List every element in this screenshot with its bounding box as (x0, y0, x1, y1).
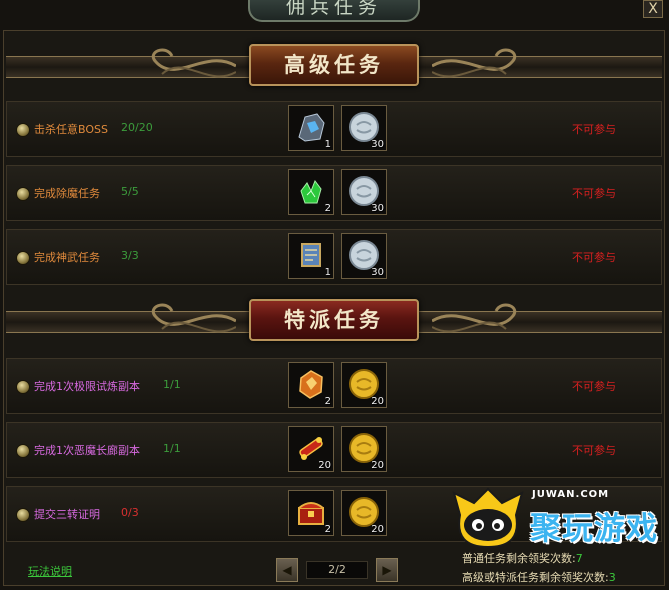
bullet-icon (16, 251, 30, 265)
reward-qty: 1 (324, 139, 331, 150)
task-name: 完成1次恶魔长廊副本 (34, 444, 140, 457)
section-banner-advanced: 高级任务 (6, 34, 662, 98)
window-title-plate: 佣兵任务 (248, 0, 420, 22)
scroll-icon (301, 243, 321, 267)
task-row: 完成除魔任务 5/5 2 30 不可参与 (6, 165, 662, 221)
task-row: 完成1次极限试炼副本 1/1 2 20 不可参与 (6, 358, 662, 414)
task-name: 完成1次极限试炼副本 (34, 380, 140, 393)
page-indicator: 2/2 (306, 561, 368, 579)
normal-remaining-label: 普通任务剩余领奖次数: (462, 552, 576, 565)
treasure-chest-icon (298, 502, 324, 525)
amber-stone-icon (299, 370, 323, 399)
reward-qty: 20 (371, 460, 384, 471)
pager: ◀ 2/2 ▶ (276, 558, 398, 582)
scroll-ornament-left-icon (151, 303, 236, 333)
reward-qty: 30 (371, 139, 384, 150)
reward-slot[interactable]: 30 (341, 233, 387, 279)
reward-qty: 20 (371, 396, 384, 407)
bullet-icon (16, 444, 30, 458)
task-status: 不可参与 (572, 187, 616, 200)
task-name: 完成神武任务 (34, 251, 100, 264)
advanced-remaining-label: 高级或特派任务剩余领奖次数: (462, 571, 609, 584)
juwan-logo: JUWAN.COM 聚玩游戏 (452, 483, 668, 549)
task-count: 1/1 (163, 378, 181, 391)
scroll-ornament-right-icon (432, 48, 517, 78)
logo-url: JUWAN.COM (532, 489, 610, 500)
task-name: 击杀任意BOSS (34, 123, 108, 136)
reward-slot[interactable]: 1 (288, 105, 334, 151)
reward-slot[interactable]: 20 (341, 490, 387, 536)
reward-qty: 20 (318, 460, 331, 471)
section-banner-special: 特派任务 (6, 289, 662, 353)
task-status: 不可参与 (572, 380, 616, 393)
bullet-icon (16, 508, 30, 522)
mascot-logo-icon (452, 487, 524, 549)
task-count: 3/3 (121, 249, 139, 262)
task-row: 完成神武任务 3/3 1 30 不可参与 (6, 229, 662, 285)
section-title: 特派任务 (284, 307, 384, 332)
task-count: 5/5 (121, 185, 139, 198)
logo-brand: 聚玩游戏 (530, 511, 658, 547)
section-title: 高级任务 (284, 52, 384, 77)
howto-link[interactable]: 玩法说明 (28, 563, 72, 579)
task-name: 完成除魔任务 (34, 187, 100, 200)
reward-qty: 30 (371, 267, 384, 278)
task-count: 20/20 (121, 121, 153, 134)
reward-slot[interactable]: 30 (341, 169, 387, 215)
crystal-ore-icon (298, 113, 325, 142)
advanced-remaining-value: 3 (608, 571, 616, 584)
next-page-button[interactable]: ▶ (376, 558, 398, 582)
task-name: 提交三转证明 (34, 508, 100, 521)
reward-slot[interactable]: 2 (288, 169, 334, 215)
section-title-plate: 高级任务 (249, 44, 419, 86)
bullet-icon (16, 380, 30, 394)
task-status: 不可参与 (572, 251, 616, 264)
scroll-ornament-left-icon (151, 48, 236, 78)
close-button[interactable]: X (643, 0, 663, 18)
reward-slot[interactable]: 20 (341, 426, 387, 472)
task-count: 1/1 (163, 442, 181, 455)
normal-remaining-value: 7 (575, 552, 583, 565)
bullet-icon (16, 123, 30, 137)
reward-slot[interactable]: 2 (288, 490, 334, 536)
reward-qty: 2 (324, 203, 331, 214)
advanced-remaining-info: 高级或特派任务剩余领奖次数:3 (462, 569, 616, 585)
scroll-ornament-right-icon (432, 303, 517, 333)
normal-remaining-info: 普通任务剩余领奖次数:7 (462, 550, 583, 566)
task-row: 完成1次恶魔长廊副本 1/1 20 20 不可参与 (6, 422, 662, 478)
reward-slot[interactable]: 2 (288, 362, 334, 408)
reward-slot[interactable]: 20 (341, 362, 387, 408)
green-gem-icon (300, 179, 322, 204)
reward-qty: 2 (324, 396, 331, 407)
reward-slot[interactable]: 30 (341, 105, 387, 151)
mercenary-task-window: 佣兵任务 X 高级任务 击杀任意BOSS 20/20 1 30 不可参与 完成除… (0, 0, 669, 590)
reward-slot[interactable]: 1 (288, 233, 334, 279)
reward-qty: 2 (324, 524, 331, 535)
task-status: 不可参与 (572, 123, 616, 136)
bullet-icon (16, 187, 30, 201)
reward-qty: 30 (371, 203, 384, 214)
task-row: 击杀任意BOSS 20/20 1 30 不可参与 (6, 101, 662, 157)
reward-slot[interactable]: 20 (288, 426, 334, 472)
reward-qty: 20 (371, 524, 384, 535)
task-status: 不可参与 (572, 444, 616, 457)
reward-qty: 1 (324, 267, 331, 278)
task-count: 0/3 (121, 506, 139, 519)
section-title-plate: 特派任务 (249, 299, 419, 341)
window-title: 佣兵任务 (285, 0, 382, 18)
prev-page-button[interactable]: ◀ (276, 558, 298, 582)
